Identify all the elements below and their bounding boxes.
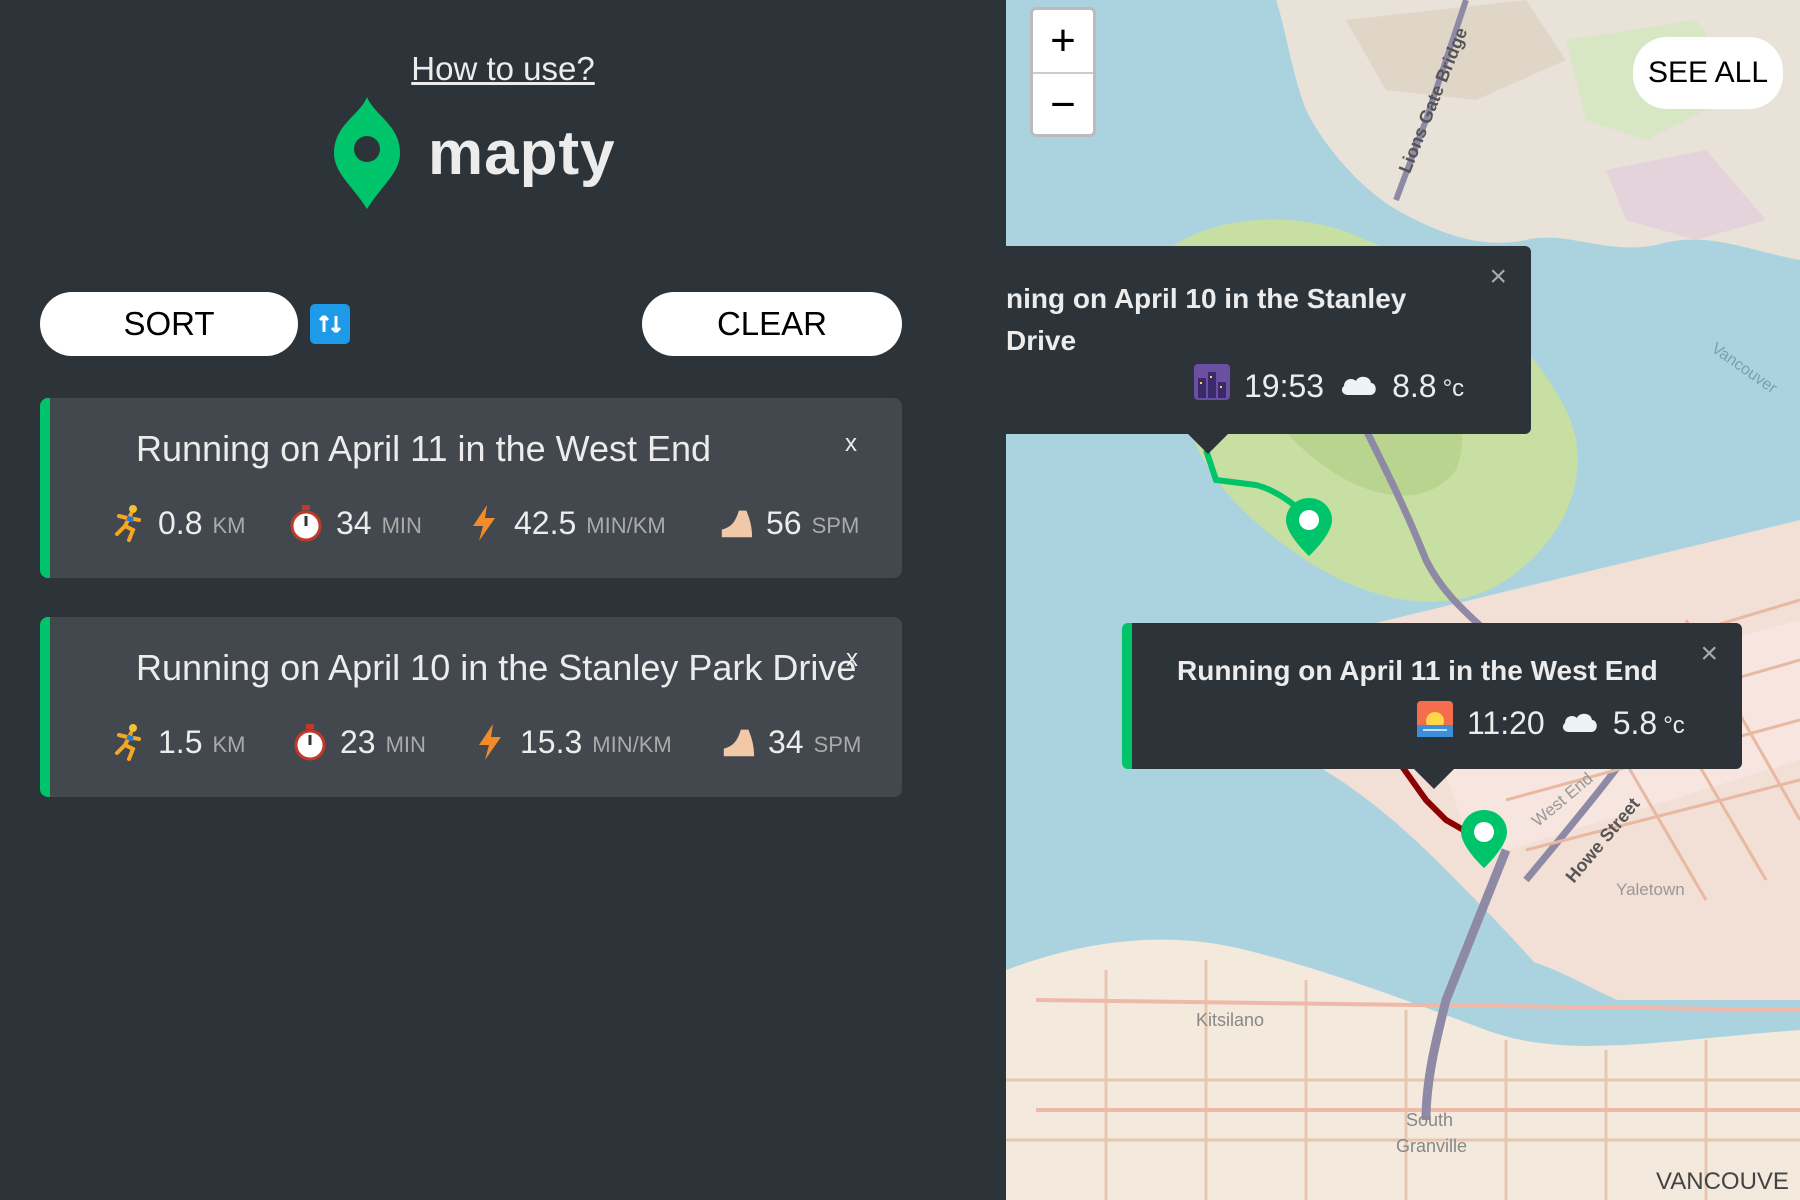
cadence-unit: SPM <box>813 732 862 757</box>
cadence-value: 34 <box>768 723 804 760</box>
pace-unit: MIN/KM <box>586 513 666 538</box>
map-popup: × ning on April 10 in the Stanley Drive … <box>1006 246 1531 434</box>
popup-time: 11:20 <box>1467 704 1545 741</box>
distance-detail: 0.8 KM <box>110 498 245 548</box>
cadence-detail: 56 SPM <box>718 498 859 548</box>
lightning-icon <box>466 503 502 543</box>
distance-detail: 1.5 KM <box>110 717 245 767</box>
distance-unit: KM <box>212 732 246 757</box>
map-label-kitsilano: Kitsilano <box>1196 1010 1265 1030</box>
logo: mapty <box>334 97 616 209</box>
cadence-value: 56 <box>766 504 802 541</box>
map-label-granville: Granville <box>1396 1136 1468 1156</box>
pace-detail: 42.5 MIN/KM <box>466 498 666 548</box>
cadence-detail: 34 SPM <box>720 717 861 767</box>
zoom-in-button[interactable]: + <box>1033 10 1093 74</box>
popup-temp-unit: °c <box>1663 712 1685 739</box>
night-city-icon <box>1194 364 1230 408</box>
popup-tip <box>1414 769 1454 789</box>
popup-temp-unit: °c <box>1442 375 1465 402</box>
workout-title: Running on April 11 in the West End <box>136 428 712 469</box>
workout-details: 1.5 KM 23 MIN 15.3 MIN/KM 34 SPM <box>110 717 862 767</box>
delete-workout-button[interactable]: x <box>845 430 857 458</box>
workout-title: Running on April 10 in the Stanley Park … <box>136 647 857 688</box>
swap-icon[interactable] <box>310 304 350 344</box>
popup-info: 19:53 8.8 °c <box>1194 364 1464 408</box>
cloud-icon <box>1338 368 1378 405</box>
distance-value: 0.8 <box>158 504 203 541</box>
map-tiles <box>1006 0 1800 1200</box>
delete-workout-button[interactable]: x <box>846 645 858 673</box>
foot-icon <box>720 722 756 762</box>
map-pin-logo-icon <box>334 97 400 209</box>
popup-text: ning on April 10 in the Stanley Drive <box>1006 283 1407 356</box>
cadence-unit: SPM <box>811 513 860 538</box>
popup-text: Running on April 11 in the West End <box>1177 655 1658 686</box>
popup-tip <box>1188 434 1228 454</box>
stopwatch-icon <box>292 722 328 762</box>
stopwatch-icon <box>288 503 324 543</box>
zoom-control: + − <box>1030 7 1096 137</box>
pace-value: 42.5 <box>514 504 577 541</box>
duration-detail: 34 MIN <box>288 498 422 548</box>
runner-icon <box>110 722 146 762</box>
pace-unit: MIN/KM <box>592 732 672 757</box>
runner-icon <box>110 503 146 543</box>
map[interactable]: Lions Gate Bridge Vancouver West End How… <box>1006 0 1800 1200</box>
map-label-vancouver: VANCOUVE <box>1656 1168 1789 1195</box>
popup-time: 19:53 <box>1244 367 1325 404</box>
popup-temperature: 8.8 <box>1392 367 1437 404</box>
duration-detail: 23 MIN <box>292 717 426 767</box>
workout-card[interactable]: Running on April 11 in the West End x 0.… <box>40 398 902 578</box>
foot-icon <box>718 503 754 543</box>
brand-name: mapty <box>428 118 616 188</box>
sidebar: How to use? mapty SORT CLEAR Running on … <box>0 0 1006 1200</box>
map-popup: × Running on April 11 in the West End 11… <box>1122 623 1742 769</box>
map-label-south: South <box>1406 1110 1454 1130</box>
pace-value: 15.3 <box>520 723 583 760</box>
sunrise-icon <box>1417 701 1453 745</box>
duration-value: 23 <box>340 723 376 760</box>
pace-detail: 15.3 MIN/KM <box>472 717 672 767</box>
map-label-yaletown: Yaletown <box>1616 880 1685 899</box>
distance-value: 1.5 <box>158 723 203 760</box>
distance-unit: KM <box>212 513 246 538</box>
duration-unit: MIN <box>381 513 422 538</box>
popup-temperature: 5.8 <box>1612 704 1658 741</box>
sort-button[interactable]: SORT <box>40 292 298 356</box>
popup-close-button[interactable]: × <box>1489 260 1507 294</box>
clear-button[interactable]: CLEAR <box>642 292 902 356</box>
duration-unit: MIN <box>385 732 426 757</box>
zoom-out-button[interactable]: − <box>1033 74 1093 136</box>
cloud-icon <box>1559 705 1599 742</box>
lightning-icon <box>472 722 508 762</box>
popup-close-button[interactable]: × <box>1700 637 1718 671</box>
see-all-button[interactable]: SEE ALL <box>1633 37 1783 109</box>
duration-value: 34 <box>336 504 372 541</box>
workout-card[interactable]: Running on April 10 in the Stanley Park … <box>40 617 902 797</box>
how-to-use-link[interactable]: How to use? <box>0 50 1006 88</box>
workout-details: 0.8 KM 34 MIN 42.5 MIN/KM 56 SPM <box>110 498 862 548</box>
popup-info: 11:20 5.8 °c <box>1417 701 1685 745</box>
